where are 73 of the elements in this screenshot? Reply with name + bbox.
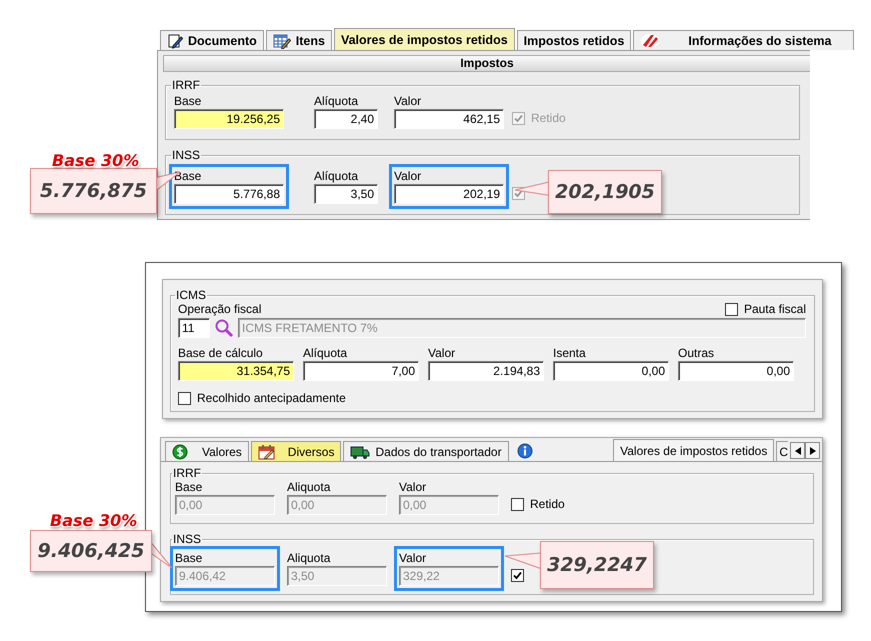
group-title: INSS [172,532,202,546]
tab[interactable]: Diversos [250,441,342,461]
tab[interactable]: Documento [160,30,264,50]
checkbox[interactable] [511,498,524,510]
input-field[interactable]: 462,15 [394,109,504,129]
input-field[interactable]: 2.194,83 [428,361,544,381]
field-label: Valor [394,94,422,108]
group-title: INSS [171,148,202,162]
tab[interactable]: Impostos retidos [516,30,632,50]
search-icon[interactable] [214,318,234,338]
field-label: Valor [428,346,456,360]
field-label: Base de cálculo [178,346,264,360]
input-field[interactable]: 0,00 [553,361,669,381]
tab[interactable]: Valores [165,441,249,461]
pencil-document-icon [167,32,183,48]
section-header: Impostos [163,55,810,72]
field-label: Valor [399,480,428,494]
input-field[interactable]: 5.776,88 [174,184,284,204]
field-label: Base [174,94,202,108]
checkbox[interactable] [511,569,524,582]
input-field: ICMS FRETAMENTO 7% [238,318,806,338]
field-label: Isenta [553,346,587,360]
tab[interactable]: Valores de impostos retidos [334,28,515,50]
field-label: Valor [394,169,422,183]
input-field[interactable]: 11 [178,318,210,338]
checkbox[interactable] [178,392,191,404]
callout-title: Base 30% [52,151,140,170]
checkbox-label: Pauta fiscal [744,302,806,316]
dollar-icon [172,444,188,460]
callout: 5.776,875 [30,168,157,214]
field-label: Base [175,551,204,565]
truck-icon [350,444,370,460]
field-label: Alíquota [314,94,360,108]
checkbox-label: Retido [530,497,565,511]
group-title: IRRF [172,466,202,480]
callout: 202,1905 [548,170,662,214]
tab[interactable]: C [776,441,788,461]
input-field[interactable]: 202,19 [394,184,504,204]
callout-title: Base 30% [50,511,138,530]
input-field[interactable]: 2,40 [314,109,378,129]
group-title: IRRF [171,78,201,92]
input-field[interactable]: 3,50 [314,184,378,204]
tab[interactable]: Valores de impostos retidos [613,439,774,461]
scroll-left-button[interactable] [790,442,805,459]
callout-pointer [505,553,541,569]
callout-pointer [515,182,549,196]
group-title: ICMS [175,288,207,302]
tab[interactable]: Itens [266,30,332,50]
field-label: Valor [399,551,428,565]
checkbox-label: Recolhido antecipadamente [197,391,346,405]
tab[interactable]: Dados do transportador [343,441,509,461]
right-arrow-icon [810,446,816,454]
striped-circle-icon [640,32,660,48]
input-field[interactable]: 0,00 [678,361,794,381]
info-icon [516,443,533,459]
input-field[interactable]: 19.256,25 [174,109,284,129]
field-label: Operação fiscal [178,302,262,316]
table-pencil-icon [272,32,291,48]
checkbox[interactable] [724,302,738,316]
left-arrow-icon [794,446,800,454]
input-field[interactable]: 7,00 [303,361,419,381]
field-label: Base [175,480,204,494]
input-field[interactable]: 31.354,75 [178,361,294,381]
checkbox-label: Retido [531,111,566,125]
calendar-icon [258,444,276,460]
field-label: Aliquota [287,551,332,565]
field-label: Alíquota [303,346,348,360]
tab[interactable]: Informações do sistema [633,30,854,50]
field-label: Outras [678,346,716,360]
callout: 329,2247 [540,541,654,589]
field-label: Aliquota [287,480,332,494]
field-label: Alíquota [314,169,360,183]
scroll-right-button[interactable] [805,442,820,459]
